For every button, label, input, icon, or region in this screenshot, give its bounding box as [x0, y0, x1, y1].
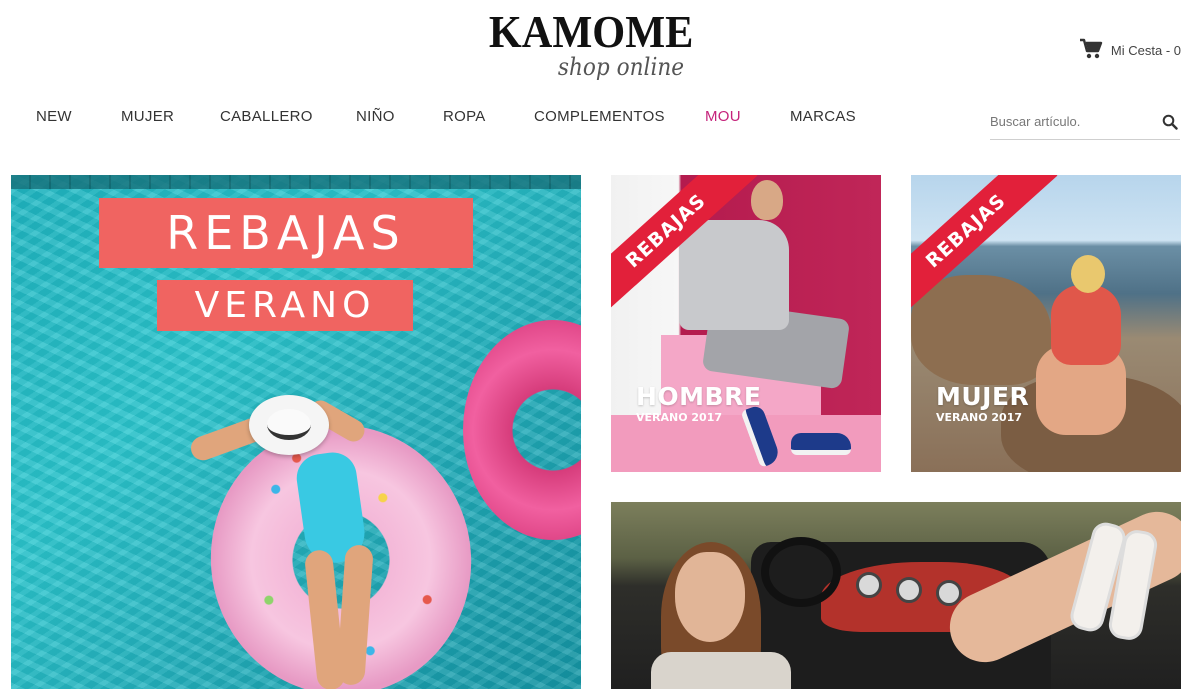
nav-item-new[interactable]: NEW — [36, 108, 72, 125]
women-banner-subtitle: VERANO 2017 — [936, 411, 1023, 424]
search-box — [990, 108, 1180, 140]
model-shirt-image — [651, 652, 791, 689]
model-face-image — [675, 552, 745, 642]
sneaker-image — [791, 433, 851, 455]
gauge-image — [856, 572, 882, 598]
women-banner-title: MUJER — [936, 382, 1030, 411]
summer-sale-banner[interactable]: REBAJAS VERANO — [11, 175, 581, 689]
nav-item-complementos[interactable]: COMPLEMENTOS — [534, 108, 665, 125]
cart-button[interactable]: Mi Cesta - 0 — [1079, 38, 1181, 63]
model-head-image — [751, 180, 783, 220]
gauge-image — [896, 577, 922, 603]
shopping-cart-icon — [1079, 38, 1103, 63]
sun-hat-image — [249, 395, 329, 455]
logo-wordmark: KAMOME — [488, 6, 694, 57]
nav-item-ropa[interactable]: ROPA — [443, 108, 486, 125]
men-banner[interactable]: REBAJAS HOMBRE VERANO 2017 — [611, 175, 881, 472]
model-head-image — [1071, 255, 1105, 293]
men-banner-title: HOMBRE — [636, 382, 762, 411]
banner-title: REBAJAS — [99, 198, 473, 268]
nav-item-nino[interactable]: NIÑO — [356, 108, 395, 125]
men-banner-caption: HOMBRE VERANO 2017 — [636, 383, 761, 425]
women-banner[interactable]: REBAJAS MUJER VERANO 2017 — [911, 175, 1181, 472]
nav-item-mujer[interactable]: MUJER — [121, 108, 174, 125]
cart-label: Mi Cesta - 0 — [1110, 43, 1181, 58]
banner-subtitle: VERANO — [157, 280, 413, 331]
search-input[interactable] — [990, 114, 1150, 129]
rock-image — [911, 275, 1051, 385]
logo-tagline: shop online — [557, 53, 685, 81]
women-banner-caption: MUJER VERANO 2017 — [936, 383, 1029, 425]
nav-item-mou[interactable]: MOU — [705, 108, 741, 125]
steering-wheel-image — [761, 537, 841, 607]
pool-edge-image — [11, 175, 581, 189]
gauge-image — [936, 580, 962, 606]
nav-item-marcas[interactable]: MARCAS — [790, 108, 856, 125]
red-top-image — [1051, 285, 1121, 365]
search-icon[interactable] — [1162, 114, 1178, 130]
sandals-banner[interactable] — [611, 502, 1181, 689]
men-banner-subtitle: VERANO 2017 — [636, 411, 723, 424]
nav-item-caballero[interactable]: CABALLERO — [220, 108, 313, 125]
site-logo[interactable]: KAMOME shop online — [480, 6, 702, 81]
grey-blazer-image — [679, 220, 789, 330]
